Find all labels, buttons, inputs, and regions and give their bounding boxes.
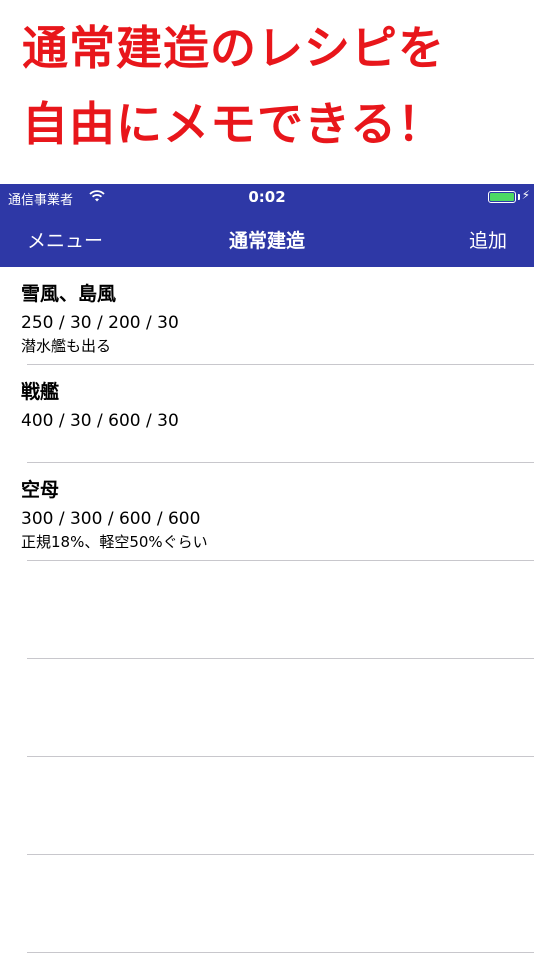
promo-headline-line-2: 自由にメモできる！ [22, 97, 445, 151]
recipe-title: 戦艦 [21, 381, 60, 403]
recipe-note: 潜水艦も出る [21, 337, 112, 355]
empty-row[interactable] [0, 561, 534, 659]
status-bar: 通信事業者 0:02 ⚡ [0, 184, 534, 210]
recipe-title: 雪風、島風 [21, 283, 117, 305]
empty-row[interactable] [0, 855, 534, 953]
recipe-values: 400 / 30 / 600 / 30 [21, 411, 179, 431]
empty-row[interactable] [0, 659, 534, 757]
recipe-values: 300 / 300 / 600 / 600 [21, 509, 201, 529]
recipe-row[interactable]: 空母 300 / 300 / 600 / 600 正規18%、軽空50%ぐらい [0, 463, 534, 561]
promo-headline-line-1: 通常建造のレシピを [22, 21, 445, 75]
status-time: 0:02 [248, 188, 286, 206]
recipe-values: 250 / 30 / 200 / 30 [21, 313, 179, 333]
recipe-list: 雪風、島風 250 / 30 / 200 / 30 潜水艦も出る 戦艦 400 … [0, 267, 534, 953]
recipe-title: 空母 [21, 479, 60, 501]
battery-tip [518, 194, 520, 200]
battery-icon [488, 191, 516, 203]
add-button[interactable]: 追加 [469, 226, 507, 253]
recipe-row[interactable]: 雪風、島風 250 / 30 / 200 / 30 潜水艦も出る [0, 267, 534, 365]
recipe-note: 正規18%、軽空50%ぐらい [21, 533, 208, 551]
navigation-bar: メニュー 通常建造 追加 [0, 210, 534, 267]
promo-banner: 通常建造のレシピを 自由にメモできる！ [0, 0, 534, 184]
recipe-row[interactable]: 戦艦 400 / 30 / 600 / 30 [0, 365, 534, 463]
empty-row[interactable] [0, 757, 534, 855]
charging-bolt-icon: ⚡ [521, 188, 530, 202]
nav-title: 通常建造 [228, 230, 305, 252]
